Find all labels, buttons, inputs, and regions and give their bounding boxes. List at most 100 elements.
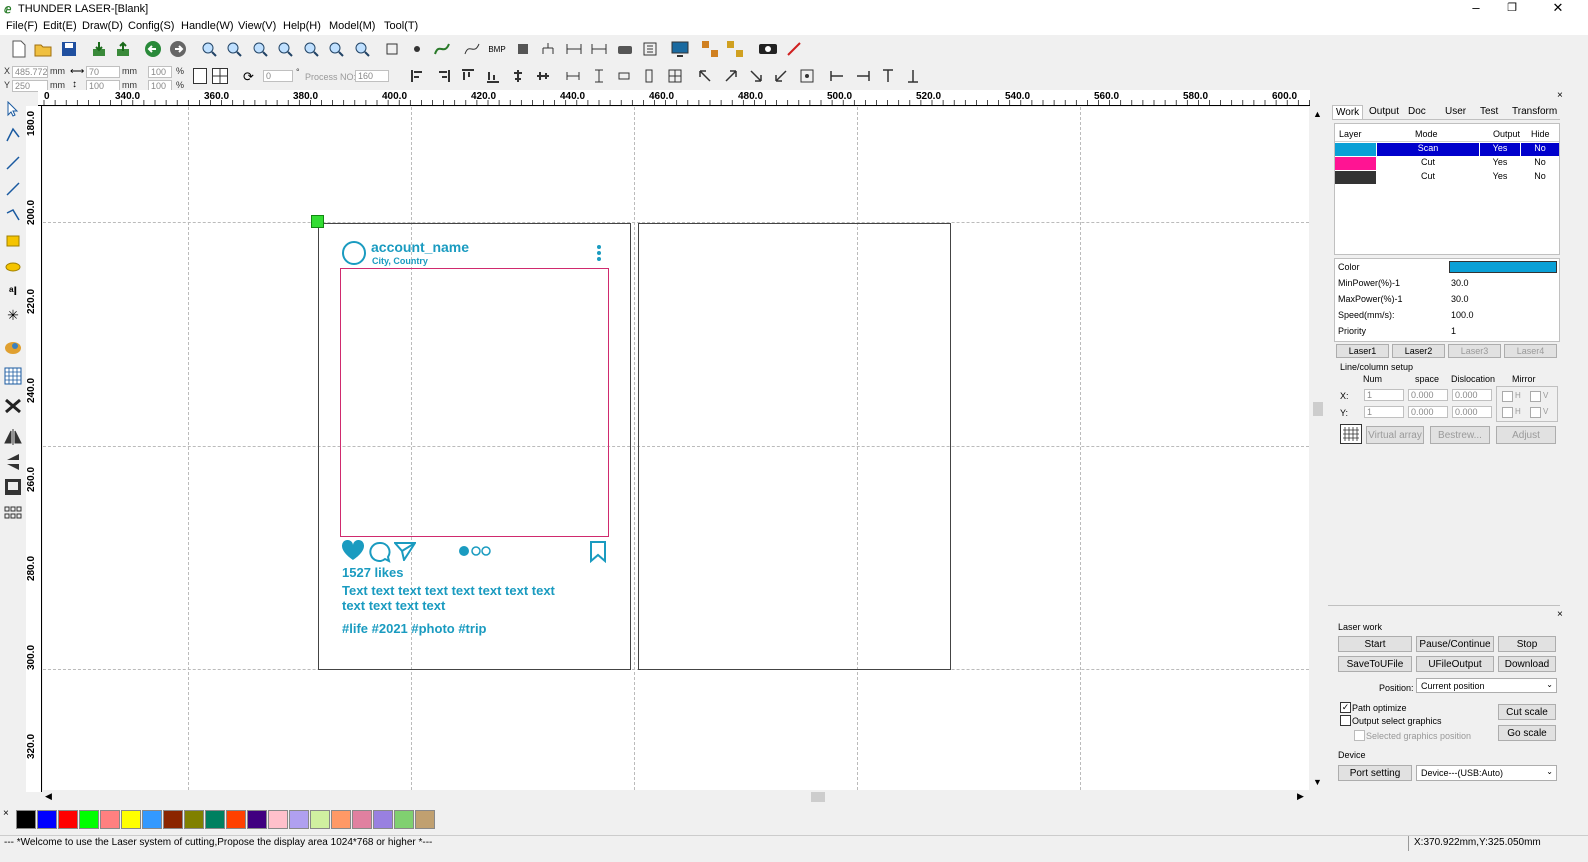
align-left-icon[interactable]	[407, 65, 429, 87]
left-edge-icon[interactable]	[826, 65, 848, 87]
rotate-icon[interactable]: ⟳	[243, 69, 254, 85]
palette-swatch[interactable]	[37, 810, 57, 829]
right-card-outline[interactable]	[638, 223, 951, 670]
port-setting-button[interactable]: Port setting	[1338, 765, 1412, 781]
max-power-value[interactable]: 30.0	[1451, 294, 1469, 304]
vertical-scrollbar[interactable]: ▲ ▼	[1310, 107, 1326, 790]
tab-user[interactable]: User	[1442, 105, 1469, 118]
process-no-field[interactable]: 160	[355, 70, 389, 82]
rotate-angle-field[interactable]: 0	[263, 70, 293, 82]
import-icon[interactable]	[88, 38, 110, 60]
palette-swatch[interactable]	[205, 810, 225, 829]
corner-top-left-icon[interactable]	[694, 65, 716, 87]
layer-row[interactable]: Scan Yes No	[1335, 143, 1559, 156]
min-power-value[interactable]: 30.0	[1451, 278, 1469, 288]
center-icon[interactable]	[796, 65, 818, 87]
import-image-tool-icon[interactable]	[2, 476, 24, 498]
laser2-tab[interactable]: Laser2	[1392, 344, 1445, 358]
distance-icon[interactable]	[588, 38, 610, 60]
minimize-button[interactable]: –	[1458, 0, 1494, 18]
mirror-v-tool-icon[interactable]	[2, 451, 24, 473]
menu-handle[interactable]: Handle(W)	[181, 20, 234, 32]
zoom-select-icon[interactable]	[325, 38, 347, 60]
laser-pointer-icon[interactable]	[783, 38, 805, 60]
tree-icon[interactable]	[537, 38, 559, 60]
node-edit-tool-icon[interactable]	[2, 124, 24, 146]
fill-icon[interactable]	[512, 38, 534, 60]
curve-tool-icon[interactable]	[2, 204, 24, 226]
array-tool-icon[interactable]	[2, 502, 24, 524]
mirror-h-tool-icon[interactable]	[2, 426, 24, 448]
palette-swatch[interactable]	[184, 810, 204, 829]
horizontal-scrollbar[interactable]: ◀ ▶	[43, 790, 1309, 804]
layer-row[interactable]: Cut Yes No	[1335, 171, 1559, 184]
palette-swatch[interactable]	[415, 810, 435, 829]
speed-value[interactable]: 100.0	[1451, 310, 1474, 320]
top-edge-icon[interactable]	[877, 65, 899, 87]
same-height-icon[interactable]	[588, 65, 610, 87]
cut-scale-button[interactable]: Cut scale	[1498, 704, 1556, 720]
menu-help[interactable]: Help(H)	[283, 20, 321, 32]
array-grid-icon[interactable]	[1340, 424, 1362, 444]
array-x-num[interactable]: 1	[1364, 389, 1404, 401]
menu-view[interactable]: View(V)	[238, 20, 276, 32]
ufile-output-button[interactable]: UFileOutput	[1416, 656, 1494, 672]
go-scale-button[interactable]: Go scale	[1498, 725, 1556, 741]
rectangle-select-icon[interactable]	[381, 38, 403, 60]
corner-bottom-right-icon[interactable]	[745, 65, 767, 87]
text-tool-icon[interactable]: ᵃI	[2, 280, 24, 302]
palette-swatch[interactable]	[100, 810, 120, 829]
array-x-space[interactable]: 0.000	[1408, 389, 1448, 401]
palette-swatch[interactable]	[163, 810, 183, 829]
selection-handle[interactable]	[311, 215, 324, 228]
ellipse-tool-icon[interactable]	[2, 256, 24, 278]
bottom-edge-icon[interactable]	[902, 65, 924, 87]
scroll-up-icon[interactable]: ▲	[1313, 109, 1322, 119]
palette-swatch[interactable]	[373, 810, 393, 829]
align-bottom-icon[interactable]	[482, 65, 504, 87]
palette-swatch[interactable]	[268, 810, 288, 829]
menu-config[interactable]: Config(S)	[128, 20, 174, 32]
palette-swatch[interactable]	[142, 810, 162, 829]
save-icon[interactable]	[58, 38, 80, 60]
close-button[interactable]: ✕	[1540, 0, 1576, 18]
palette-swatch[interactable]	[352, 810, 372, 829]
menu-edit[interactable]: Edit(E)	[43, 20, 77, 32]
mirror-x-h-checkbox[interactable]	[1502, 391, 1513, 402]
layer-icon[interactable]	[639, 38, 661, 60]
laser-work-close-icon[interactable]: ×	[1557, 609, 1563, 620]
palette-swatch[interactable]	[331, 810, 351, 829]
undo-icon[interactable]	[142, 38, 164, 60]
selected-position-checkbox[interactable]	[1354, 730, 1365, 741]
right-edge-icon[interactable]	[852, 65, 874, 87]
width-icon[interactable]	[563, 38, 585, 60]
tab-doc[interactable]: Doc	[1405, 105, 1429, 118]
download-button[interactable]: Download	[1498, 656, 1556, 672]
path-optimize-checkbox[interactable]: ✓	[1340, 702, 1351, 713]
corner-bottom-left-icon[interactable]	[770, 65, 792, 87]
align-top-icon[interactable]	[457, 65, 479, 87]
photo-frame[interactable]	[340, 268, 609, 537]
palette-swatch[interactable]	[226, 810, 246, 829]
palette-swatch[interactable]	[16, 810, 36, 829]
palette-swatch[interactable]	[79, 810, 99, 829]
camera-icon[interactable]	[757, 38, 779, 60]
device-select[interactable]: Device---(USB:Auto) ⌄	[1416, 765, 1557, 781]
bestrew-button[interactable]: Bestrew...	[1430, 426, 1490, 444]
tab-work[interactable]: Work	[1332, 105, 1364, 119]
redo-icon[interactable]	[167, 38, 189, 60]
width-field[interactable]: 70	[86, 66, 120, 78]
palette-swatch[interactable]	[121, 810, 141, 829]
palette-close-icon[interactable]: ×	[3, 808, 9, 819]
menu-model[interactable]: Model(M)	[329, 20, 375, 32]
layer-row[interactable]: Cut Yes No	[1335, 157, 1559, 170]
rectangle-tool-icon[interactable]	[2, 230, 24, 252]
bitmap-icon[interactable]: BMP	[486, 38, 508, 60]
zoom-fit-icon[interactable]	[274, 38, 296, 60]
delete-tool-icon[interactable]	[2, 395, 24, 417]
position-select[interactable]: Current position ⌄	[1416, 678, 1557, 693]
machine-icon[interactable]	[614, 38, 636, 60]
align-hcenter-icon[interactable]	[507, 65, 529, 87]
priority-value[interactable]: 1	[1451, 326, 1456, 336]
palette-swatch[interactable]	[58, 810, 78, 829]
